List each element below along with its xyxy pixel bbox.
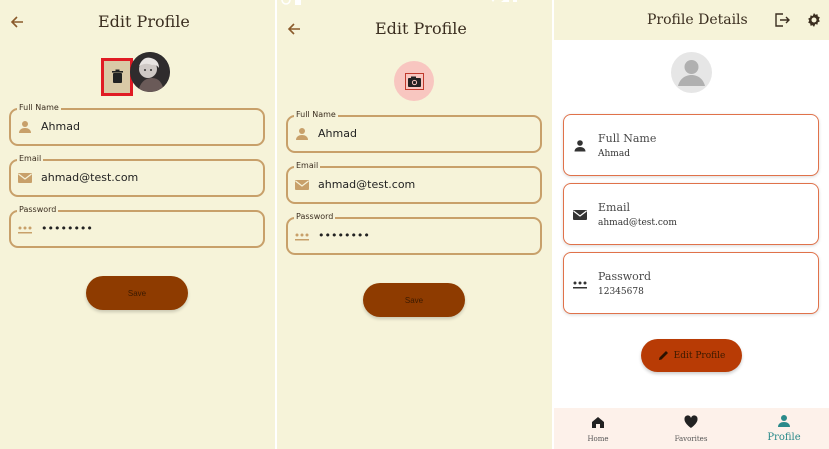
mail-icon	[573, 210, 587, 220]
page-title: Profile Details	[647, 12, 748, 28]
arrow-left-icon[interactable]	[284, 19, 304, 39]
logout-icon[interactable]	[774, 12, 790, 28]
page-title: Edit Profile	[375, 19, 467, 38]
person-icon	[574, 140, 586, 152]
password-value: 12345678	[598, 287, 644, 297]
trash-icon	[112, 69, 123, 83]
person-icon	[19, 121, 31, 133]
password-value: ••••••••	[318, 229, 370, 242]
person-icon	[778, 415, 790, 427]
save-button[interactable]: Save	[86, 276, 188, 310]
email-label: Email	[294, 160, 321, 172]
full-name-field[interactable]: Full Name Ahmad	[9, 102, 265, 146]
email-value: ahmad@test.com	[598, 218, 677, 228]
mail-icon	[295, 180, 309, 190]
delete-photo-button[interactable]	[101, 58, 133, 96]
arrow-left-icon[interactable]	[7, 12, 27, 32]
nav-item-favorites[interactable]: Favorites	[661, 408, 721, 449]
password-icon	[573, 281, 587, 289]
full-name-field[interactable]: Full Name Ahmad	[286, 109, 542, 153]
email-value: ahmad@test.com	[41, 171, 139, 184]
app-bar: Profile Details	[554, 0, 829, 40]
password-value: ••••••••	[41, 222, 93, 235]
full-name-label: Full Name	[294, 109, 338, 121]
password-label: Password	[598, 270, 652, 283]
nav-favorites-label: Favorites	[674, 435, 708, 443]
pencil-icon	[658, 351, 668, 360]
status-bar	[277, 0, 552, 6]
edit-profile-label: Edit Profile	[673, 350, 726, 361]
save-button[interactable]: Save	[363, 283, 465, 317]
heart-icon	[684, 415, 698, 428]
mail-icon	[18, 173, 32, 183]
password-icon	[18, 226, 32, 234]
email-field[interactable]: Email ahmad@test.com	[9, 153, 265, 197]
full-name-value: Ahmad	[318, 127, 357, 140]
edit-profile-button[interactable]: Edit Profile	[641, 339, 742, 372]
full-name-label: Full Name	[17, 102, 61, 114]
email-label: Email	[17, 153, 44, 165]
bottom-navigation: Home Favorites Profile	[554, 408, 829, 449]
password-label: Password	[294, 211, 336, 223]
edit-profile-screen-2: Edit Profile Full Name Ahmad Email ahmad…	[277, 0, 552, 449]
gear-icon[interactable]	[806, 12, 822, 28]
status-indicator	[295, 0, 301, 5]
camera-icon	[405, 73, 424, 90]
nav-item-home[interactable]: Home	[568, 408, 628, 449]
edit-profile-screen-1: Edit Profile Full Name Ahmad Email ahmad…	[0, 0, 275, 449]
password-label: Password	[17, 204, 59, 216]
add-photo-button[interactable]	[394, 61, 434, 101]
nav-profile-label: Profile	[767, 432, 801, 443]
nav-home-label: Home	[587, 435, 609, 443]
email-field[interactable]: Email ahmad@test.com	[286, 160, 542, 204]
person-placeholder-icon	[678, 60, 705, 86]
home-icon	[592, 417, 604, 428]
password-field[interactable]: Password ••••••••	[9, 204, 265, 248]
full-name-label: Full Name	[598, 132, 657, 145]
status-system-icons	[491, 0, 517, 2]
profile-details-screen: Profile Details Full Name Ahmad Email ah…	[554, 0, 829, 449]
password-icon	[295, 233, 309, 241]
email-card: Email ahmad@test.com	[563, 183, 819, 245]
nav-item-profile[interactable]: Profile	[754, 408, 814, 449]
person-icon	[296, 128, 308, 140]
password-field[interactable]: Password ••••••••	[286, 211, 542, 255]
avatar	[130, 52, 170, 92]
avatar	[671, 52, 712, 93]
avatar-image	[130, 52, 170, 92]
email-value: ahmad@test.com	[318, 178, 416, 191]
status-icon	[281, 0, 291, 5]
full-name-value: Ahmad	[41, 120, 80, 133]
full-name-card: Full Name Ahmad	[563, 114, 819, 176]
password-card: Password 12345678	[563, 252, 819, 314]
full-name-value: Ahmad	[598, 149, 630, 159]
page-title: Edit Profile	[98, 12, 190, 31]
email-label: Email	[598, 201, 631, 214]
